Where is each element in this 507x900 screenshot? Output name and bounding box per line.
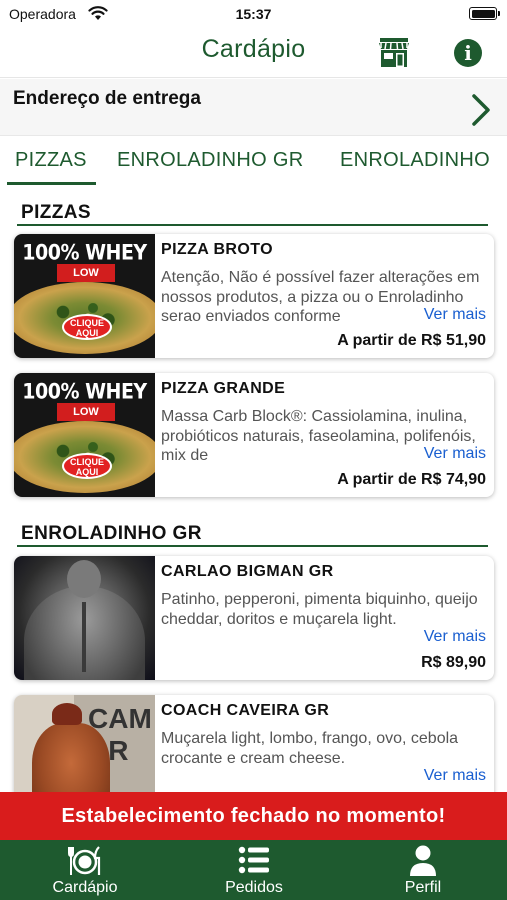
status-bar: Operadora 15:37	[0, 0, 507, 28]
tab-enroladinho[interactable]: ENROLADINHO	[340, 149, 490, 172]
battery-icon	[469, 7, 500, 20]
info-icon[interactable]: i	[454, 39, 482, 67]
tab-pizzas[interactable]: PIZZAS	[15, 149, 87, 172]
tab-enroladinho-gr[interactable]: ENROLADINHO GR	[117, 149, 303, 172]
cutlery-plate-icon	[68, 846, 101, 875]
product-image	[14, 556, 155, 680]
see-more-link[interactable]: Ver mais	[417, 445, 486, 463]
chevron-right-icon	[472, 94, 490, 126]
product-name: COACH CAVEIRA GR	[161, 702, 330, 719]
product-card-coach-caveira-gr[interactable]: CAM AR COACH CAVEIRA GR Muçarela light, …	[14, 695, 494, 792]
store-closed-banner: Estabelecimento fechado no momento!	[0, 792, 507, 840]
list-icon	[238, 846, 269, 874]
product-price: A partir de R$ 51,90	[337, 332, 486, 349]
product-price: A partir de R$ 74,90	[337, 471, 486, 488]
bottom-tab-bar: Cardápio Pedidos Perfil	[0, 840, 507, 900]
product-card-carlao-bigman-gr[interactable]: CARLAO BIGMAN GR Patinho, pepperoni, pim…	[14, 556, 494, 680]
product-name: PIZZA BROTO	[161, 241, 273, 258]
product-image: 100% WHEY LOW CARB CLIQUE AQUI	[14, 373, 155, 497]
see-more-link[interactable]: Ver mais	[417, 628, 486, 646]
menu-list[interactable]: PIZZAS 100% WHEY LOW CARB CLIQUE AQUI PI…	[0, 186, 507, 792]
tabbar-item-cardapio[interactable]: Cardápio	[20, 840, 150, 900]
product-price: R$ 89,90	[421, 654, 486, 671]
page-title: Cardápio	[201, 35, 306, 63]
store-icon[interactable]	[378, 37, 410, 68]
see-more-link[interactable]: Ver mais	[417, 767, 486, 785]
tabbar-label: Pedidos	[225, 879, 283, 896]
section-divider	[17, 224, 488, 226]
product-card-pizza-broto[interactable]: 100% WHEY LOW CARB CLIQUE AQUI PIZZA BRO…	[14, 234, 494, 358]
section-title-pizzas: PIZZAS	[21, 202, 91, 223]
product-name: CARLAO BIGMAN GR	[161, 563, 334, 580]
person-icon	[410, 845, 436, 876]
product-image: CAM AR	[14, 695, 155, 792]
product-image: 100% WHEY LOW CARB CLIQUE AQUI	[14, 234, 155, 358]
category-tabs: PIZZAS ENROLADINHO GR ENROLADINHO	[0, 137, 507, 186]
tabbar-label: Cardápio	[52, 879, 118, 896]
active-tab-indicator	[7, 182, 96, 185]
product-name: PIZZA GRANDE	[161, 380, 286, 397]
delivery-address-label: Endereço de entrega	[13, 88, 201, 109]
tabbar-label: Perfil	[404, 879, 442, 896]
product-card-pizza-grande[interactable]: 100% WHEY LOW CARB CLIQUE AQUI PIZZA GRA…	[14, 373, 494, 497]
tabbar-item-pedidos[interactable]: Pedidos	[189, 840, 319, 900]
section-title-enroladinho-gr: ENROLADINHO GR	[21, 523, 202, 544]
section-divider	[17, 545, 488, 547]
tabbar-item-perfil[interactable]: Perfil	[358, 840, 488, 900]
clock: 15:37	[235, 6, 272, 22]
delivery-address-row[interactable]: Endereço de entrega	[0, 79, 507, 136]
see-more-link[interactable]: Ver mais	[417, 306, 486, 324]
nav-bar: Cardápio i	[0, 28, 507, 78]
